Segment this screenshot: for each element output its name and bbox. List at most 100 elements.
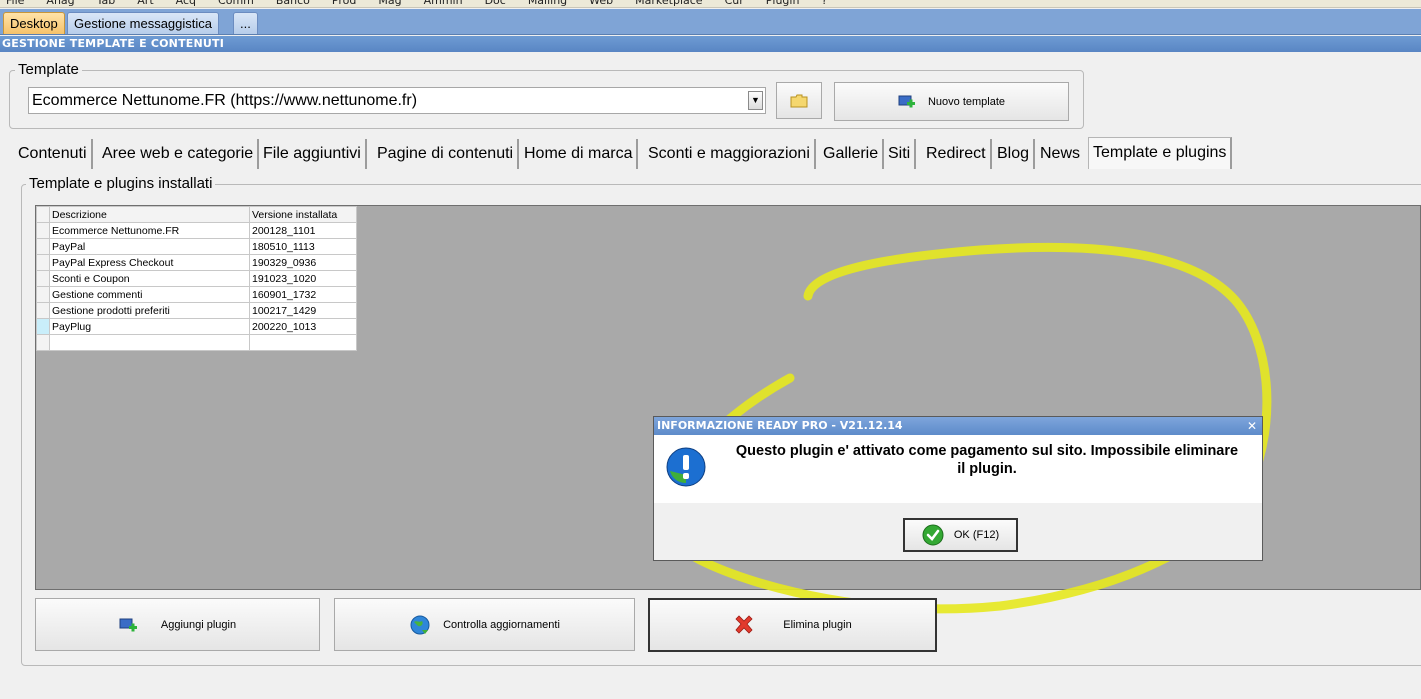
add-template-icon — [898, 95, 915, 107]
column-header-versione[interactable]: Versione installata — [249, 206, 357, 223]
tab-aree-web[interactable]: Aree web e categorie — [98, 139, 260, 169]
template-group-label: Template — [15, 61, 82, 78]
add-plugin-button[interactable]: Aggiungi plugin — [35, 598, 320, 651]
template-select-value: Ecommerce Nettunome.FR (https://www.nett… — [32, 92, 418, 109]
row-indicator[interactable] — [36, 270, 50, 287]
tab-sconti[interactable]: Sconti e maggiorazioni — [644, 139, 816, 169]
menu-marketplace[interactable]: Marketplace — [635, 0, 702, 6]
table-row[interactable]: PayPal Express Checkout 190329_0936 — [36, 254, 357, 271]
tab-contenuti[interactable]: Contenuti — [14, 139, 93, 169]
row-indicator[interactable] — [36, 302, 50, 319]
cell-versione[interactable]: 180510_1113 — [249, 238, 357, 255]
cell-descrizione[interactable]: PayPal — [49, 238, 250, 255]
section-header: GESTIONE TEMPLATE E CONTENUTI — [0, 36, 1421, 52]
column-header-descrizione[interactable]: Descrizione — [49, 206, 250, 223]
tab-template-plugins[interactable]: Template e plugins — [1088, 137, 1233, 169]
delete-plugin-button[interactable]: Elimina plugin — [648, 598, 937, 652]
new-template-label: Nuovo template — [927, 95, 1006, 108]
plugins-group-label: Template e plugins installati — [26, 175, 216, 192]
menu-mailing[interactable]: Mailing — [528, 0, 567, 6]
menu-web[interactable]: Web — [589, 0, 613, 6]
menu-acq[interactable]: Acq — [176, 0, 196, 6]
template-select[interactable]: Ecommerce Nettunome.FR (https://www.nett… — [28, 87, 766, 114]
row-indicator[interactable] — [36, 254, 50, 271]
menu-doc[interactable]: Doc — [485, 0, 506, 6]
dialog-body: Questo plugin e' attivato come pagamento… — [654, 435, 1262, 503]
menu-tab[interactable]: Tab — [97, 0, 116, 6]
cell-versione[interactable]: 100217_1429 — [249, 302, 357, 319]
menu-ammin[interactable]: Ammin — [424, 0, 463, 6]
cell-versione[interactable]: 190329_0936 — [249, 254, 357, 271]
cell-versione[interactable]: 160901_1732 — [249, 286, 357, 303]
cell-descrizione[interactable]: Sconti e Coupon — [49, 270, 250, 287]
table-row[interactable]: Gestione commenti 160901_1732 — [36, 286, 357, 303]
cell-descrizione[interactable]: PayPal Express Checkout — [49, 254, 250, 271]
tab-blog[interactable]: Blog — [993, 139, 1036, 169]
window-tab-desktop[interactable]: Desktop — [3, 12, 65, 34]
new-template-button[interactable]: Nuovo template — [834, 82, 1069, 121]
cell-versione[interactable]: 200128_1101 — [249, 222, 357, 239]
dialog-title: INFORMAZIONE READY PRO - V21.12.14 — [654, 417, 1262, 435]
cell-descrizione[interactable]: Ecommerce Nettunome.FR — [49, 222, 250, 239]
cell-descrizione[interactable]: Gestione prodotti preferiti — [49, 302, 250, 319]
menu-comm[interactable]: Comm — [218, 0, 254, 6]
info-exclamation-icon — [666, 447, 706, 487]
menu-mag[interactable]: Mag — [378, 0, 401, 6]
add-plugin-icon — [119, 618, 137, 631]
check-updates-button[interactable]: Controlla aggiornamenti — [334, 598, 635, 651]
tab-pagine-contenuti[interactable]: Pagine di contenuti — [373, 139, 520, 169]
cell-versione[interactable]: 200220_1013 — [249, 318, 357, 335]
cell-versione[interactable]: 191023_1020 — [249, 270, 357, 287]
row-indicator[interactable] — [36, 334, 50, 351]
window-tab-bar: Desktop Gestione messaggistica ... — [0, 9, 1421, 35]
ok-button-label: OK (F12) — [953, 529, 1000, 541]
ok-button[interactable]: OK (F12) — [903, 518, 1018, 552]
add-plugin-label: Aggiungi plugin — [160, 618, 237, 631]
tab-gallerie[interactable]: Gallerie — [819, 139, 885, 169]
check-updates-label: Controlla aggiornamenti — [443, 618, 560, 631]
tab-news[interactable]: News — [1036, 139, 1084, 169]
open-folder-button[interactable] — [776, 82, 822, 119]
table-row[interactable]: PayPal 180510_1113 — [36, 238, 357, 255]
check-icon — [922, 524, 944, 546]
menu-plugin[interactable]: Plugin — [766, 0, 800, 6]
plugins-table: Descrizione Versione installata Ecommerc… — [36, 206, 357, 351]
delete-x-icon — [735, 615, 753, 634]
tab-redirect[interactable]: Redirect — [922, 139, 992, 169]
delete-plugin-label: Elimina plugin — [783, 619, 852, 631]
row-indicator-selected[interactable] — [36, 318, 50, 335]
row-indicator[interactable] — [36, 222, 50, 239]
table-row-selected[interactable]: PayPlug 200220_1013 — [36, 318, 357, 335]
cell-descrizione[interactable]: PayPlug — [49, 318, 250, 335]
menu-bar: File Anag Tab Art Acq Comm Banco Prod Mag Ammin Do… — [0, 0, 1421, 8]
menu-art[interactable]: Art — [137, 0, 153, 6]
menu-prod[interactable]: Prod — [332, 0, 356, 6]
tab-file-aggiuntivi[interactable]: File aggiuntivi — [259, 139, 367, 169]
menu-help[interactable]: ? — [821, 0, 827, 6]
dialog-message: Questo plugin e' attivato come pagamento… — [735, 443, 1239, 477]
row-indicator[interactable] — [36, 286, 50, 303]
chevron-down-icon[interactable]: ▼ — [748, 91, 763, 110]
cell-descrizione[interactable]: Gestione commenti — [49, 286, 250, 303]
globe-update-icon — [410, 615, 430, 634]
cell-empty[interactable] — [249, 334, 357, 351]
table-row-new[interactable] — [36, 334, 357, 351]
table-header-row: Descrizione Versione installata — [36, 206, 357, 223]
window-tab-more[interactable]: ... — [233, 12, 258, 34]
window-tab-messaggistica[interactable]: Gestione messaggistica — [67, 12, 220, 34]
menu-file[interactable]: File — [6, 0, 24, 6]
folder-icon — [790, 94, 808, 107]
table-row[interactable]: Sconti e Coupon 191023_1020 — [36, 270, 357, 287]
row-indicator — [36, 206, 50, 223]
menu-banco[interactable]: Banco — [276, 0, 310, 6]
tab-siti[interactable]: Siti — [884, 139, 917, 169]
cell-empty[interactable] — [49, 334, 250, 351]
info-dialog: INFORMAZIONE READY PRO - V21.12.14 ✕ Que… — [653, 416, 1263, 561]
table-row[interactable]: Gestione prodotti preferiti 100217_1429 — [36, 302, 357, 319]
tab-home-marca[interactable]: Home di marca — [520, 139, 639, 169]
row-indicator[interactable] — [36, 238, 50, 255]
menu-cur[interactable]: Cur — [725, 0, 744, 6]
table-row[interactable]: Ecommerce Nettunome.FR 200128_1101 — [36, 222, 357, 239]
menu-anag[interactable]: Anag — [46, 0, 74, 6]
close-icon[interactable]: ✕ — [1245, 419, 1259, 433]
